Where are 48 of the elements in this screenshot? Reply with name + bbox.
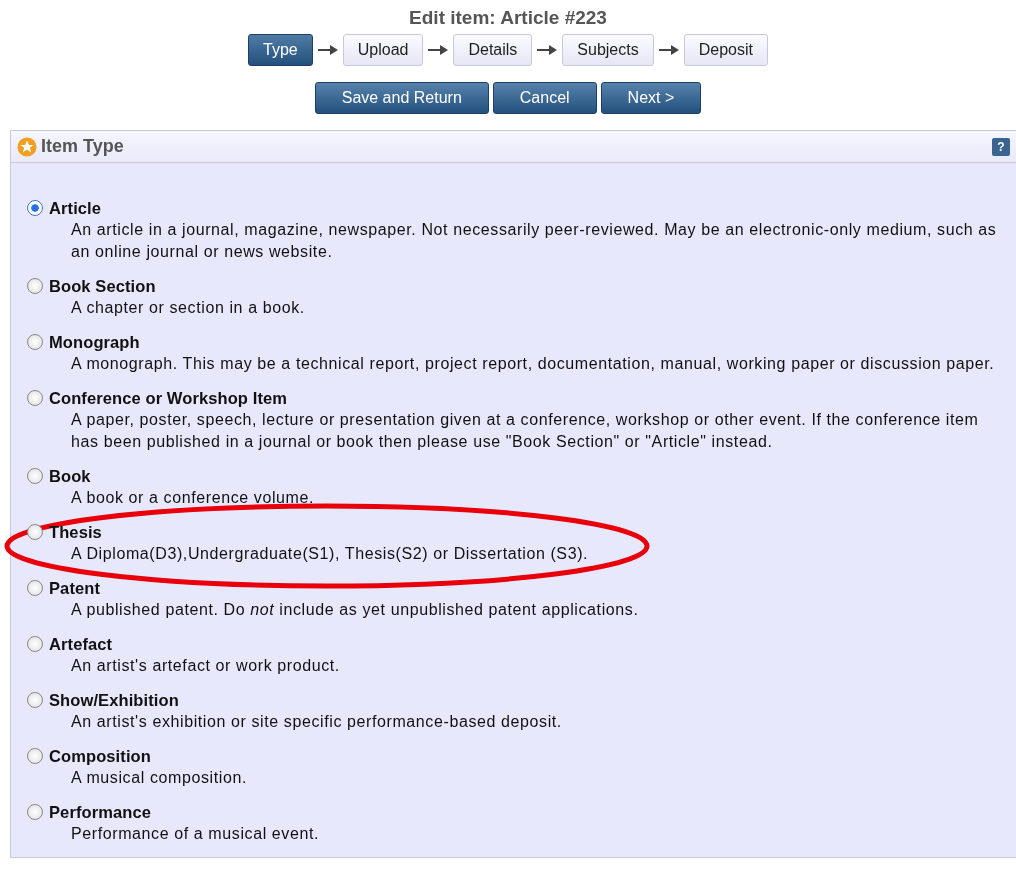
step-tab[interactable]: Subjects <box>562 34 654 66</box>
page-title: Edit item: Article #223 <box>408 6 608 30</box>
option-description: Performance of a musical event. <box>70 824 321 844</box>
option-label[interactable]: Conference or Workshop Item <box>49 387 288 409</box>
arrow-icon <box>536 44 559 56</box>
option-label[interactable]: Composition <box>49 745 151 767</box>
radio-button[interactable] <box>27 278 43 294</box>
help-button[interactable]: ? <box>992 137 1010 156</box>
radio-button[interactable] <box>27 334 43 350</box>
option-description: An artist's artefact or work product. <box>70 656 341 676</box>
radio-button[interactable] <box>27 636 43 652</box>
radio-button[interactable] <box>27 524 43 540</box>
step-tab[interactable]: Type <box>248 34 313 66</box>
option-label[interactable]: Book <box>49 465 91 487</box>
radio-button[interactable] <box>27 692 43 708</box>
option-label[interactable]: Performance <box>49 801 151 823</box>
option-label[interactable]: Monograph <box>49 331 140 353</box>
option-description: An artist's exhibition or site specific performance-based deposit. <box>70 712 563 732</box>
radio-button[interactable] <box>27 580 43 596</box>
arrow-icon <box>657 44 680 56</box>
option-description: A musical composition. <box>70 768 248 788</box>
option-description: A book or a conference volume. <box>70 488 316 508</box>
arrow-icon <box>316 44 339 56</box>
option-label[interactable]: Patent <box>49 577 101 599</box>
option-label[interactable]: Artefact <box>49 633 113 655</box>
option-description: A chapter or section in a book. <box>70 298 306 318</box>
step-tab[interactable]: Deposit <box>683 34 768 66</box>
next-button[interactable]: Next > <box>600 82 702 114</box>
cancel-button[interactable]: Cancel <box>492 82 597 114</box>
radio-button[interactable] <box>27 804 43 820</box>
option-description: An article in a journal, magazine, newspaper. Not necessarily peer-reviewed. May be an electronic-only medium, such as an online journal or news website. <box>70 220 998 262</box>
option-label[interactable]: Article <box>49 197 102 219</box>
option-description: A Diploma(D3),Undergraduate(S1), Thesis(S2) or Dissertation (S3). <box>70 544 590 564</box>
option-description: A monograph. This may be a technical report, project report, documentation, manual, working paper or discussion paper. <box>70 354 996 374</box>
step-tab[interactable]: Details <box>453 34 533 66</box>
option-description: A paper, poster, speech, lecture or presentation given at a conference, workshop or other event. If the conference item has been published in a journal or book then please use "Book Section" or "Article" instead. <box>70 410 980 452</box>
radio-button[interactable] <box>27 390 43 406</box>
radio-button[interactable] <box>27 200 43 216</box>
save-return-button[interactable]: Save and Return <box>314 82 489 114</box>
arrow-icon <box>427 44 450 56</box>
radio-button[interactable] <box>27 468 43 484</box>
option-label[interactable]: Thesis <box>49 521 102 543</box>
radio-button[interactable] <box>27 748 43 764</box>
step-tab[interactable]: Upload <box>342 34 424 66</box>
option-label[interactable]: Book Section <box>49 275 156 297</box>
panel-title: Item Type <box>41 135 125 158</box>
option-description: A published patent. Do not include as yet unpublished patent applications. <box>70 600 640 620</box>
option-label[interactable]: Show/Exhibition <box>49 689 179 711</box>
